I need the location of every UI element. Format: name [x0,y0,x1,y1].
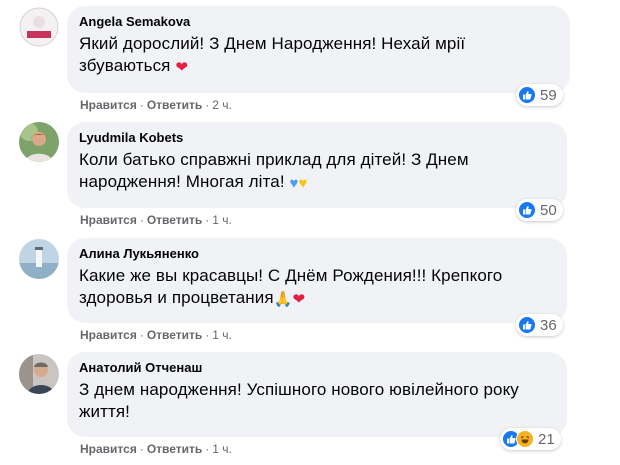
reply-button[interactable]: Ответить [147,213,202,227]
comment-actions: Нравится · Ответить · 1 ч. [80,328,232,342]
comment-bubble: Angela Semakova Який дорослий! З Днем На… [67,6,570,93]
comment-text: З днем народження! Успішного нового ювіл… [79,380,519,421]
timestamp[interactable]: 1 ч. [212,328,232,342]
timestamp[interactable]: 1 ч. [212,442,232,456]
folded-hands-icon: 🙏 [273,291,293,308]
comment-author[interactable]: Lyudmila Kobets [79,129,555,147]
haha-icon [516,430,534,448]
comment-bubble: Lyudmila Kobets Коли батько справжні при… [67,122,567,208]
reaction-count: 50 [540,201,557,219]
like-button[interactable]: Нравится [80,213,137,227]
comment-bubble: Анатолий Отченаш З днем народження! Успі… [67,352,567,437]
reactions-summary[interactable]: 36 [516,314,563,336]
reply-button[interactable]: Ответить [147,98,202,112]
reactions-summary[interactable]: 21 [500,428,561,450]
avatar[interactable] [19,122,59,162]
like-icon [518,86,536,104]
comment-actions: Нравится · Ответить · 1 ч. [80,213,232,227]
comment-author[interactable]: Angela Semakova [79,13,558,31]
like-button[interactable]: Нравится [80,442,137,456]
yellow-heart-icon: ♥ [298,175,308,192]
timestamp[interactable]: 1 ч. [212,213,232,227]
reply-button[interactable]: Ответить [147,328,202,342]
comment-text: Який дорослий! З Днем Народження! Нехай … [79,33,558,79]
reaction-count: 21 [538,430,555,448]
like-button[interactable]: Нравится [80,328,137,342]
comment-author[interactable]: Алина Лукьяненко [79,245,555,263]
like-icon [518,316,536,334]
avatar[interactable] [19,239,59,279]
red-heart-icon: ❤ [292,291,306,308]
comment-actions: Нравится · Ответить · 2 ч. [80,98,232,112]
reactions-summary[interactable]: 59 [516,84,563,106]
like-icon [518,201,536,219]
like-button[interactable]: Нравится [80,98,137,112]
avatar[interactable] [19,7,59,47]
blue-heart-icon: ♥ [289,175,299,192]
reply-button[interactable]: Ответить [147,442,202,456]
comment-bubble: Алина Лукьяненко Какие же вы красавцы! С… [67,238,567,323]
red-heart-icon: ❤ [175,59,188,76]
comment-text: Коли батько справжні приклад для дітей! … [79,149,555,195]
comment-text: Какие же вы красавцы! С Днём Рождения!!!… [79,265,555,311]
reaction-count: 36 [540,316,557,334]
timestamp[interactable]: 2 ч. [212,98,232,112]
reaction-count: 59 [540,86,557,104]
comment-author[interactable]: Анатолий Отченаш [79,359,555,377]
reactions-summary[interactable]: 50 [516,199,563,221]
avatar[interactable] [19,354,59,394]
comment-actions: Нравится · Ответить · 1 ч. [80,442,232,456]
